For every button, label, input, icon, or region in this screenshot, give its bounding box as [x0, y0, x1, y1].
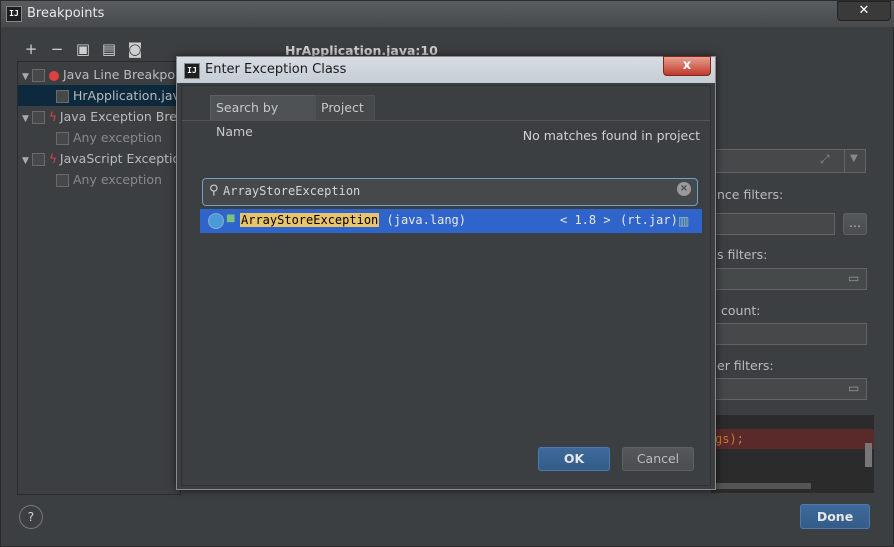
- group-file-icon[interactable]: ▤: [101, 41, 117, 57]
- class-search-input[interactable]: [223, 181, 663, 201]
- pass-count-field[interactable]: [711, 323, 867, 345]
- tab-search-by-name[interactable]: Search by Name: [210, 95, 322, 139]
- help-button[interactable]: ?: [19, 505, 43, 529]
- expand-icon[interactable]: ⤢: [820, 152, 830, 167]
- expand-arrow-icon[interactable]: ▼: [22, 109, 32, 130]
- window-title-bar: IJ Breakpoints: [1, 1, 894, 27]
- tree-group[interactable]: ▼ ϟ JavaScript Exception Breakpoints: [18, 148, 266, 172]
- code-preview: gs);: [711, 415, 874, 493]
- cancel-button[interactable]: Cancel: [622, 447, 694, 471]
- caller-filters-field[interactable]: ▭: [711, 378, 867, 400]
- code-line: gs);: [715, 432, 744, 446]
- lock-icon: ■: [226, 213, 236, 224]
- caller-filters-label: er filters:: [717, 358, 774, 373]
- window-close-button[interactable]: ✕: [837, 1, 891, 21]
- enable-checkbox[interactable]: [32, 153, 45, 166]
- clear-search-icon[interactable]: ×: [677, 182, 691, 196]
- instance-filters-field[interactable]: [711, 213, 835, 235]
- tab-project[interactable]: Project: [315, 95, 375, 120]
- condition-field[interactable]: ⤢ ▼: [711, 149, 866, 173]
- expand-arrow-icon[interactable]: ▼: [22, 151, 32, 172]
- tab-divider: [182, 120, 710, 121]
- class-search-box: ⚲ ×: [202, 178, 698, 206]
- exception-breakpoint-icon: ϟ: [49, 110, 57, 124]
- dialog-title: Enter Exception Class: [205, 62, 347, 77]
- window-title: Breakpoints: [27, 6, 105, 21]
- tree-group[interactable]: ▼ Java Line Breakpoints: [18, 64, 198, 88]
- tree-label: Any exception: [73, 130, 162, 145]
- code-scrollbar[interactable]: [865, 443, 872, 467]
- search-result-row[interactable]: ■ ArrayStoreException (java.lang) < 1.8 …: [200, 209, 702, 233]
- folder-icon[interactable]: ▭: [848, 381, 859, 395]
- dialog-close-button[interactable]: x: [663, 56, 711, 76]
- remove-icon[interactable]: −: [49, 41, 65, 57]
- enable-checkbox[interactable]: [32, 111, 45, 124]
- ok-button[interactable]: OK: [538, 447, 610, 471]
- code-hscrollbar[interactable]: [711, 483, 811, 489]
- done-button[interactable]: Done: [800, 504, 870, 529]
- group-folder-icon[interactable]: ▣: [75, 41, 91, 57]
- tree-group[interactable]: ▼ ϟ Java Exception Breakpoints: [18, 106, 230, 130]
- pass-count-label: count:: [721, 303, 761, 318]
- result-sdk: < 1.8 >: [560, 213, 611, 227]
- dialog-title-bar: IJ Enter Exception Class: [177, 57, 715, 83]
- result-class-name: ArrayStoreException: [240, 213, 380, 227]
- intellij-logo-icon: IJ: [6, 6, 22, 22]
- enable-checkbox[interactable]: [56, 132, 69, 145]
- add-icon[interactable]: +: [23, 41, 39, 57]
- exception-class-icon: [208, 213, 224, 229]
- line-breakpoint-icon: [49, 70, 59, 81]
- dialog-content: Search by Name Project No matches found …: [181, 85, 711, 486]
- result-package: (java.lang): [386, 213, 466, 227]
- tree-item[interactable]: HrApplication.java:10: [18, 85, 208, 106]
- no-matches-status: No matches found in project: [522, 128, 700, 143]
- instance-filters-label: nce filters:: [717, 187, 784, 202]
- class-filters-label: s filters:: [717, 247, 768, 262]
- result-text: ArrayStoreException (java.lang): [240, 213, 466, 227]
- result-jar: (rt.jar): [620, 213, 678, 227]
- tree-item[interactable]: Any exception: [18, 169, 180, 190]
- library-icon: ▥: [678, 214, 690, 228]
- tree-item[interactable]: Any exception: [18, 127, 180, 148]
- breakpoints-tree: ▼ Java Line Breakpoints HrApplication.java…: [17, 61, 266, 495]
- enter-exception-class-dialog: IJ Enter Exception Class x Search by Nam…: [176, 56, 716, 490]
- enable-checkbox[interactable]: [32, 69, 45, 82]
- exception-breakpoint-icon: ϟ: [49, 152, 57, 166]
- dropdown-arrow-icon[interactable]: ▼: [850, 153, 858, 164]
- enable-checkbox[interactable]: [56, 90, 69, 103]
- folder-icon[interactable]: ▭: [848, 271, 859, 285]
- search-icon: ⚲: [209, 183, 219, 198]
- expand-arrow-icon[interactable]: ▼: [22, 67, 32, 88]
- class-filters-field[interactable]: ▭: [711, 268, 867, 290]
- intellij-logo-icon: IJ: [184, 63, 200, 79]
- field-divider: [844, 150, 845, 172]
- tree-label: Any exception: [73, 172, 162, 187]
- enable-checkbox[interactable]: [56, 174, 69, 187]
- view-icon[interactable]: ◙: [127, 41, 143, 57]
- instance-filters-browse-button[interactable]: ...: [843, 213, 867, 235]
